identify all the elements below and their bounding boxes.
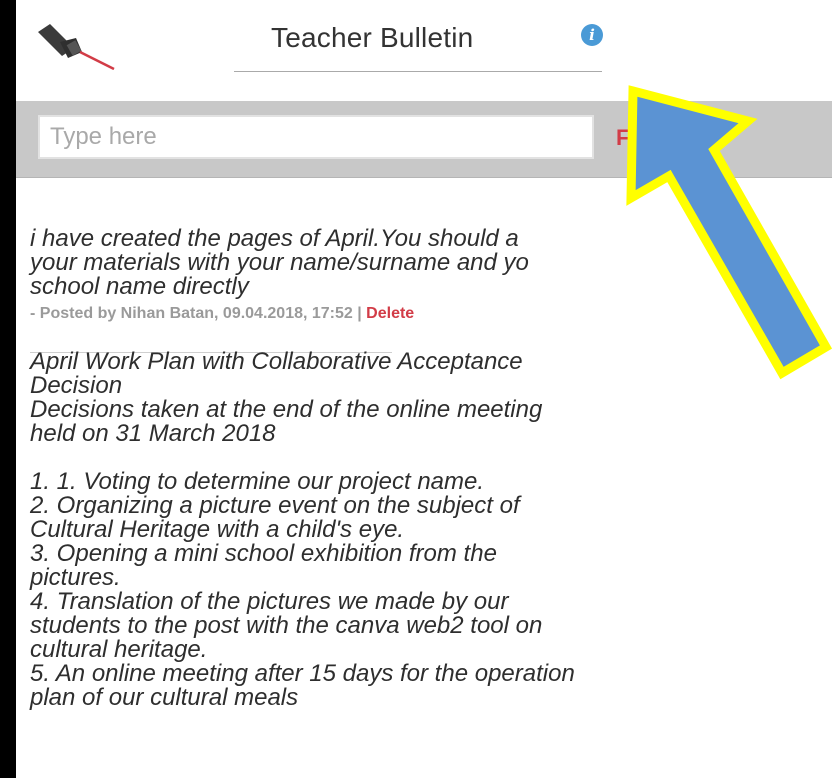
post-meta: - Posted by Nihan Batan, 09.04.2018, 17:… [30, 305, 810, 323]
info-icon[interactable]: i [581, 24, 603, 46]
composer-bar: F [16, 101, 832, 178]
title-divider [234, 71, 602, 72]
header: Teacher Bulletin i [16, 0, 832, 102]
post-feed: i have created the pages of April.You sh… [16, 178, 832, 778]
post-button[interactable]: F [616, 119, 656, 157]
pushpin-icon [38, 24, 115, 70]
post-input[interactable] [38, 115, 594, 159]
page-title: Teacher Bulletin [271, 22, 474, 53]
delete-link[interactable]: Delete [366, 305, 414, 322]
post-author-date: - Posted by Nihan Batan, 09.04.2018, 17:… [30, 305, 367, 322]
list-item: i have created the pages of April.You sh… [30, 227, 810, 323]
post-text: i have created the pages of April.You sh… [30, 225, 529, 300]
bulletin-panel: Teacher Bulletin i F i have created the … [16, 0, 832, 778]
list-item: April Work Plan with Collaborative Accep… [30, 350, 810, 710]
post-text: April Work Plan with Collaborative Accep… [30, 348, 575, 711]
